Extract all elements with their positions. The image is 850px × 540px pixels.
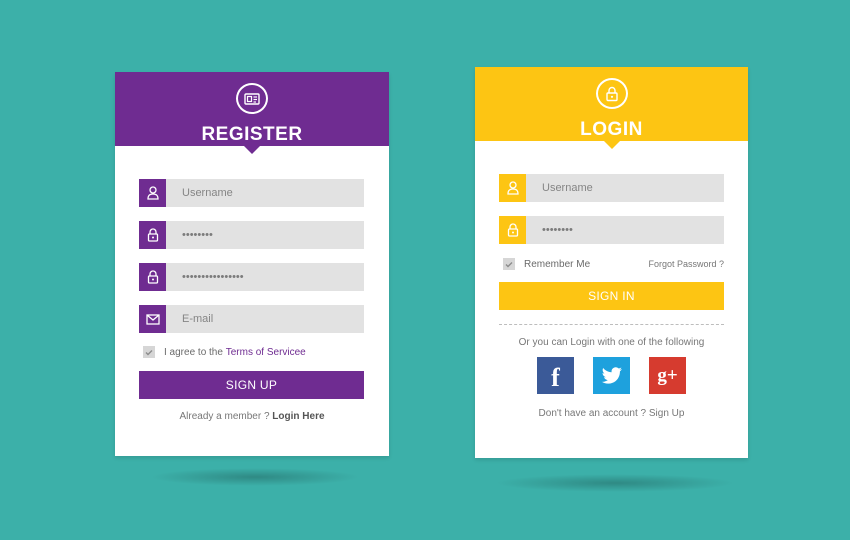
facebook-button[interactable]: f	[537, 357, 574, 394]
lock-icon	[499, 216, 526, 244]
login-footer-text: Don't have an account ?	[538, 408, 649, 419]
register-username-field	[139, 179, 364, 207]
login-card-shadow	[495, 474, 735, 492]
login-here-link[interactable]: Login Here	[272, 411, 324, 422]
twitter-button[interactable]	[593, 357, 630, 394]
register-confirm-password-field	[139, 263, 364, 291]
sign-in-button[interactable]: SIGN IN	[499, 282, 724, 310]
login-password-input[interactable]	[526, 216, 724, 244]
register-username-input[interactable]	[166, 179, 364, 207]
login-username-field	[499, 174, 724, 202]
remember-row: Remember Me	[503, 258, 590, 270]
register-email-field	[139, 305, 364, 333]
remember-checkbox[interactable]	[503, 258, 515, 270]
envelope-icon	[139, 305, 166, 333]
sign-up-link[interactable]: Sign Up	[649, 408, 685, 419]
divider	[499, 324, 724, 325]
check-icon	[505, 261, 513, 267]
user-icon	[139, 179, 166, 207]
check-icon	[145, 349, 153, 355]
terms-checkbox[interactable]	[143, 346, 155, 358]
lock-icon	[139, 221, 166, 249]
register-footer-text: Already a member ?	[179, 411, 273, 422]
login-header: LOGIN	[475, 67, 748, 149]
register-password-input[interactable]	[166, 221, 364, 249]
register-password-field	[139, 221, 364, 249]
user-icon	[499, 174, 526, 202]
google-plus-button[interactable]: g+	[649, 357, 686, 394]
facebook-icon: f	[551, 362, 560, 392]
register-confirm-password-input[interactable]	[166, 263, 364, 291]
google-plus-icon: g+	[657, 364, 678, 386]
register-footer: Already a member ? Login Here	[115, 411, 389, 422]
lock-icon	[139, 263, 166, 291]
register-header: REGISTER	[115, 72, 389, 154]
terms-label: I agree to the	[164, 346, 226, 358]
register-card-shadow	[150, 468, 360, 486]
register-email-input[interactable]	[166, 305, 364, 333]
social-prompt: Or you can Login with one of the followi…	[518, 337, 705, 348]
terms-link[interactable]: Terms of Servicee	[226, 347, 306, 358]
login-username-input[interactable]	[526, 174, 724, 202]
lock-icon	[595, 78, 628, 109]
forgot-password-link[interactable]: Forgot Password ?	[648, 259, 724, 269]
terms-row: I agree to the Terms of Servicee	[143, 346, 306, 358]
login-footer: Don't have an account ? Sign Up	[475, 408, 748, 419]
login-header-pointer	[603, 141, 620, 149]
register-header-pointer	[244, 146, 260, 154]
login-title: LOGIN	[580, 119, 643, 140]
id-card-icon	[236, 83, 268, 114]
register-card: REGISTER Username •••••••• •••••••••••••…	[115, 72, 389, 456]
remember-label: Remember Me	[524, 258, 591, 270]
login-password-field	[499, 216, 724, 244]
register-title: REGISTER	[201, 124, 303, 145]
sign-up-button[interactable]: SIGN UP	[139, 371, 364, 399]
twitter-icon	[601, 366, 622, 384]
login-card: LOGIN Remember Me Fo	[475, 67, 748, 458]
